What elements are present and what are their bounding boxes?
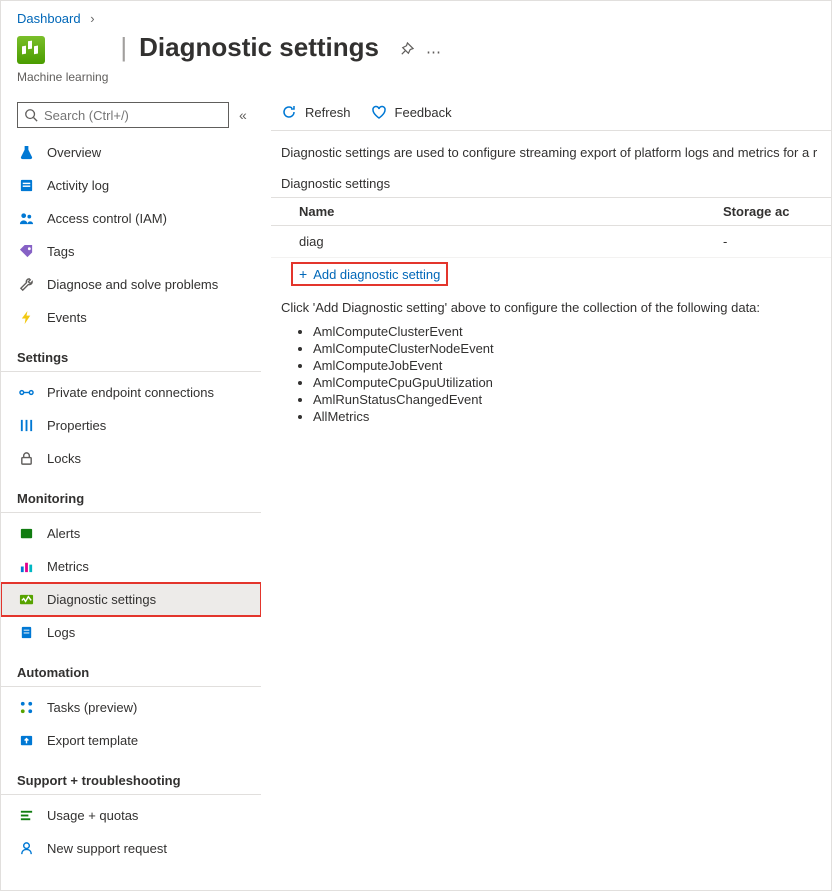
title-separator: |: [120, 34, 127, 60]
page-title: Diagnostic settings: [139, 32, 379, 62]
main-content: Refresh Feedback Diagnostic settings are…: [261, 94, 831, 895]
activity-log-icon: [17, 178, 35, 193]
sidebar-item-metrics[interactable]: Metrics: [1, 550, 261, 583]
people-icon: [17, 211, 35, 226]
sidebar-item-export-template[interactable]: Export template: [1, 724, 261, 757]
page-header: Machine learning | Diagnostic settings ⋯: [1, 30, 831, 94]
wrench-icon: [17, 277, 35, 292]
search-input[interactable]: [38, 107, 222, 124]
collapse-sidebar-button[interactable]: «: [239, 107, 247, 123]
table-row[interactable]: diag -: [271, 226, 831, 258]
list-item: AmlComputeClusterEvent: [313, 323, 831, 340]
sidebar-group-settings: Settings: [1, 334, 261, 372]
section-title: Diagnostic settings: [271, 166, 831, 197]
add-diagnostic-setting-button[interactable]: + Add diagnostic setting: [293, 264, 446, 284]
tag-icon: [17, 244, 35, 259]
data-types-list: AmlComputeClusterEvent AmlComputeCluster…: [295, 323, 831, 425]
sidebar-group-monitoring: Monitoring: [1, 475, 261, 513]
sidebar-item-diagnose[interactable]: Diagnose and solve problems: [1, 268, 261, 301]
column-storage: Storage ac: [723, 204, 803, 219]
sidebar-item-tags[interactable]: Tags: [1, 235, 261, 268]
column-name: Name: [299, 204, 723, 219]
sidebar-item-usage-quotas[interactable]: Usage + quotas: [1, 799, 261, 832]
sidebar-item-diagnostic-settings[interactable]: Diagnostic settings: [1, 583, 261, 616]
logs-icon: [17, 625, 35, 640]
sidebar-item-tasks[interactable]: Tasks (preview): [1, 691, 261, 724]
sidebar-item-activity-log[interactable]: Activity log: [1, 169, 261, 202]
list-item: AmlComputeJobEvent: [313, 357, 831, 374]
alerts-icon: [17, 526, 35, 541]
refresh-icon: [281, 104, 297, 120]
list-item: AllMetrics: [313, 408, 831, 425]
breadcrumb: Dashboard ›: [1, 1, 831, 30]
row-storage: -: [723, 234, 803, 249]
export-icon: [17, 733, 35, 748]
resource-icon: [17, 36, 45, 64]
sidebar-item-private-endpoint[interactable]: Private endpoint connections: [1, 376, 261, 409]
sidebar: « Overview Activity log Access control (…: [1, 94, 261, 895]
refresh-button[interactable]: Refresh: [281, 104, 351, 120]
description-text: Diagnostic settings are used to configur…: [271, 131, 831, 166]
list-item: AmlComputeCpuGpuUtilization: [313, 374, 831, 391]
list-item: AmlComputeClusterNodeEvent: [313, 340, 831, 357]
plus-icon: +: [299, 266, 307, 282]
list-item: AmlRunStatusChangedEvent: [313, 391, 831, 408]
search-icon: [24, 108, 38, 122]
table-header: Name Storage ac: [271, 197, 831, 226]
toolbar: Refresh Feedback: [271, 102, 831, 131]
sidebar-item-properties[interactable]: Properties: [1, 409, 261, 442]
support-icon: [17, 841, 35, 856]
sidebar-item-new-support-request[interactable]: New support request: [1, 832, 261, 865]
feedback-button[interactable]: Feedback: [371, 104, 452, 120]
diagnostic-icon: [17, 592, 35, 607]
endpoint-icon: [17, 385, 35, 400]
lightning-icon: [17, 310, 35, 325]
metrics-icon: [17, 559, 35, 574]
pin-icon[interactable]: [393, 38, 420, 65]
sidebar-item-alerts[interactable]: Alerts: [1, 517, 261, 550]
properties-icon: [17, 418, 35, 433]
sidebar-item-logs[interactable]: Logs: [1, 616, 261, 649]
sidebar-item-overview[interactable]: Overview: [1, 136, 261, 169]
sidebar-group-support: Support + troubleshooting: [1, 757, 261, 795]
breadcrumb-dashboard[interactable]: Dashboard: [17, 11, 81, 26]
helper-text: Click 'Add Diagnostic setting' above to …: [271, 290, 831, 319]
chevron-right-icon: ›: [84, 11, 94, 26]
lock-icon: [17, 451, 35, 466]
heart-icon: [371, 104, 387, 120]
sidebar-item-events[interactable]: Events: [1, 301, 261, 334]
sidebar-group-automation: Automation: [1, 649, 261, 687]
sidebar-item-access-control[interactable]: Access control (IAM): [1, 202, 261, 235]
usage-icon: [17, 808, 35, 823]
sidebar-item-locks[interactable]: Locks: [1, 442, 261, 475]
resource-subtype: Machine learning: [17, 70, 108, 84]
row-name: diag: [299, 234, 723, 249]
more-icon[interactable]: ⋯: [420, 39, 447, 65]
tasks-icon: [17, 700, 35, 715]
flask-icon: [17, 145, 35, 160]
search-box[interactable]: [17, 102, 229, 128]
